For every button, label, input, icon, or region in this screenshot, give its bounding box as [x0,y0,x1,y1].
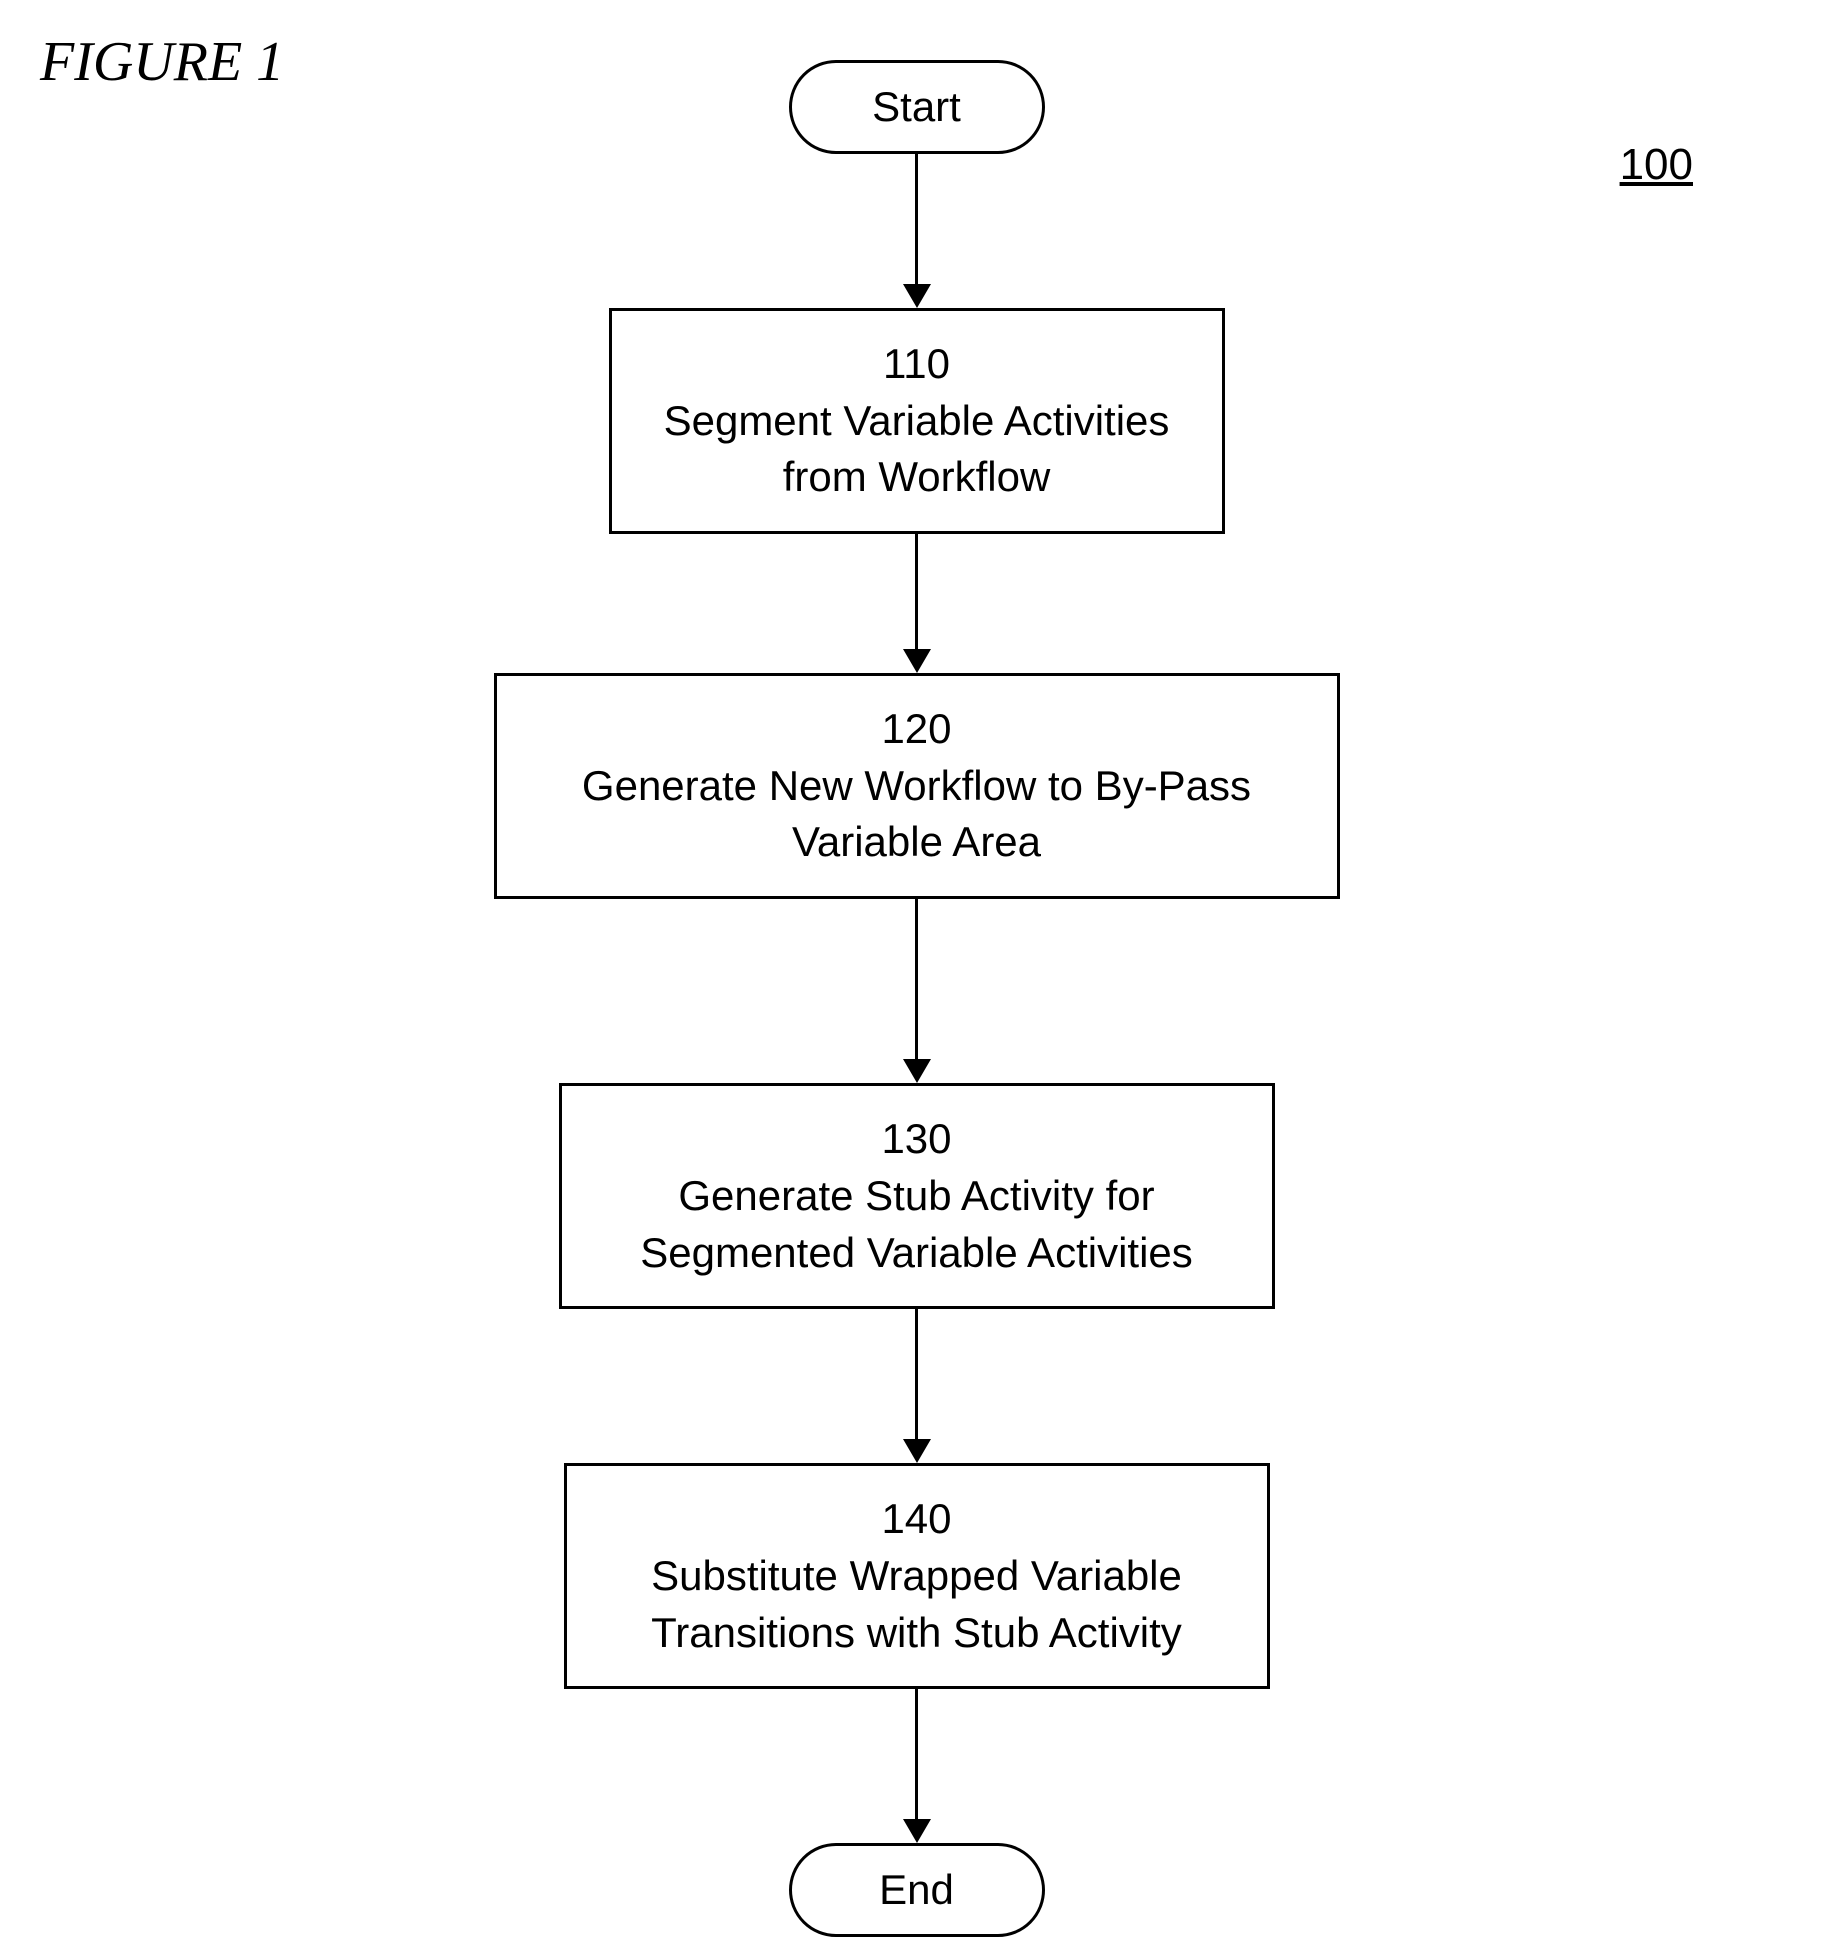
flowchart-container: Start 110 Segment Variable Activities fr… [40,60,1793,1937]
arrow-line [915,1689,918,1819]
process-step-110: 110 Segment Variable Activities from Wor… [609,308,1225,534]
arrow-line [915,899,918,1059]
arrow-head-icon [903,1819,931,1843]
step-text: Segment Variable Activities from Workflo… [664,397,1170,501]
start-terminal: Start [789,60,1045,154]
arrow-line [915,1309,918,1439]
process-step-140: 140 Substitute Wrapped Variable Transiti… [564,1463,1270,1689]
arrow-head-icon [903,284,931,308]
step-number: 140 [607,1491,1227,1548]
step-number: 110 [652,336,1182,393]
step-text: Substitute Wrapped Variable Transitions … [651,1552,1182,1656]
process-step-130: 130 Generate Stub Activity for Segmented… [559,1083,1275,1309]
process-step-120: 120 Generate New Workflow to By-Pass Var… [494,673,1340,899]
figure-label: FIGURE 1 [40,30,284,94]
arrow [903,1689,931,1843]
arrow-line [915,534,918,649]
step-text: Generate New Workflow to By-Pass Variabl… [582,762,1251,866]
figure-number: 100 [1620,140,1693,190]
arrow-line [915,154,918,284]
step-number: 120 [537,701,1297,758]
end-terminal: End [789,1843,1045,1937]
arrow [903,1309,931,1463]
step-number: 130 [602,1111,1232,1168]
arrow [903,899,931,1083]
arrow-head-icon [903,1059,931,1083]
arrow [903,534,931,673]
arrow [903,154,931,308]
arrow-head-icon [903,649,931,673]
arrow-head-icon [903,1439,931,1463]
step-text: Generate Stub Activity for Segmented Var… [640,1172,1193,1276]
